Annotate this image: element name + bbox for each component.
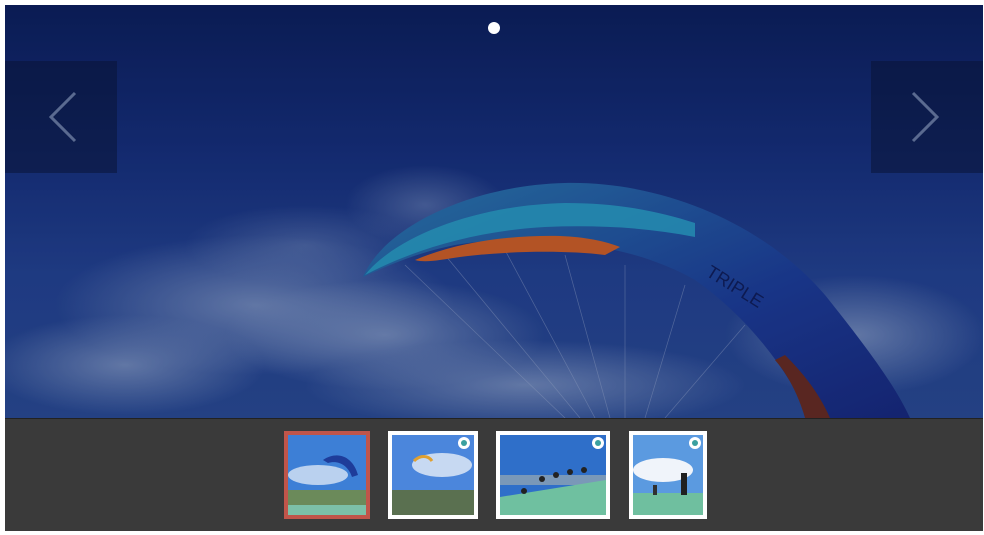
launch-ramp-people-thumbnail: [633, 435, 703, 515]
next-slide-button[interactable]: [871, 61, 983, 173]
previous-slide-button[interactable]: [5, 61, 117, 173]
paraglider-wing-thumbnail: [288, 435, 366, 515]
paraglider-wing-image: TRIPLE: [5, 5, 983, 418]
paraglider-launch-thumbnail: [500, 435, 606, 515]
chevron-right-icon: [911, 91, 940, 143]
thumbnail-3[interactable]: [496, 431, 610, 519]
image-slider: TRIPLE: [5, 5, 983, 531]
thumbnail-1[interactable]: [284, 431, 370, 519]
slide-dot-active[interactable]: [488, 22, 500, 34]
thumbnail-strip: [5, 418, 983, 531]
paraglider-landscape-thumbnail: [392, 435, 474, 515]
main-slide[interactable]: TRIPLE: [5, 5, 983, 418]
thumbnail-2[interactable]: [388, 431, 478, 519]
thumbnail-4[interactable]: [629, 431, 707, 519]
chevron-left-icon: [48, 91, 77, 143]
